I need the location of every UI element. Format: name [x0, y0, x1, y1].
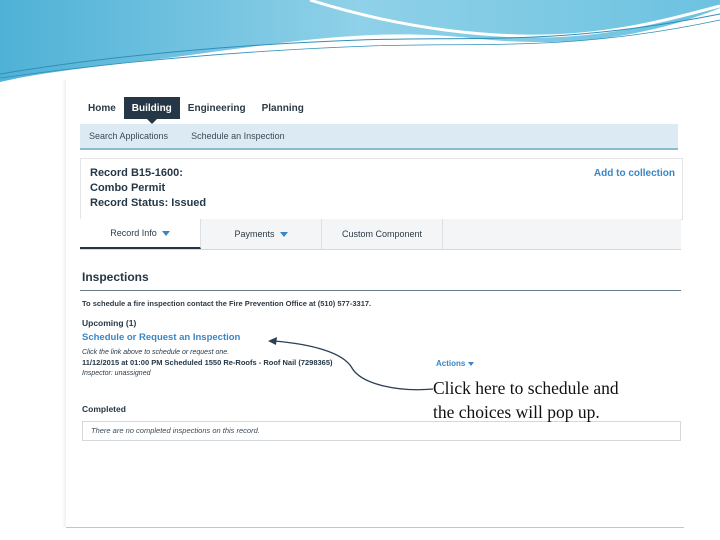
nav-home[interactable]: Home [80, 97, 124, 119]
tab-payments-label: Payments [234, 229, 275, 239]
completed-heading: Completed [82, 404, 126, 414]
nav-building[interactable]: Building [123, 97, 180, 124]
annotation-callout: Click here to schedule and the choices w… [433, 376, 678, 424]
schedule-hint: Click the link above to schedule or requ… [82, 349, 230, 356]
nav-engineering[interactable]: Engineering [180, 97, 254, 119]
record-type: Combo Permit [90, 182, 166, 194]
record-number: Record B15-1600: [90, 167, 183, 179]
actions-dropdown[interactable]: Actions [436, 359, 475, 368]
subnav-schedule-inspection[interactable]: Schedule an Inspection [191, 131, 285, 141]
annotation-line-2: the choices will pop up. [433, 402, 600, 422]
inspector-assignment: Inspector: unassigned [82, 370, 151, 377]
chevron-down-icon [161, 230, 170, 236]
tab-payments[interactable]: Payments [201, 219, 322, 249]
record-status: Record Status: Issued [90, 197, 207, 209]
fire-inspection-note: To schedule a fire inspection contact th… [82, 299, 372, 308]
scheduled-inspection-item: 11/12/2015 at 01:00 PM Scheduled 1550 Re… [82, 358, 333, 367]
chevron-down-icon [279, 231, 288, 237]
add-to-collection-link[interactable]: Add to collection [594, 168, 675, 179]
decorative-wave-header [0, 0, 720, 82]
completed-empty-text: There are no completed inspections on th… [91, 426, 260, 435]
inspections-heading: Inspections [82, 270, 149, 284]
tab-custom-component[interactable]: Custom Component [322, 219, 443, 249]
inspections-divider [80, 290, 681, 291]
sub-navigation: Search Applications Schedule an Inspecti… [80, 124, 678, 150]
actions-label: Actions [436, 359, 466, 368]
annotation-line-1: Click here to schedule and [433, 378, 619, 398]
record-tabs: Record Info Payments Custom Component [80, 219, 681, 250]
chevron-down-icon [468, 361, 475, 366]
completed-empty-state: There are no completed inspections on th… [82, 421, 681, 441]
schedule-inspection-link[interactable]: Schedule or Request an Inspection [82, 332, 240, 343]
tab-custom-component-label: Custom Component [341, 229, 423, 239]
subnav-search-applications[interactable]: Search Applications [89, 131, 168, 141]
tab-record-info[interactable]: Record Info [80, 219, 201, 249]
tab-record-info-label: Record Info [110, 228, 157, 238]
upcoming-heading: Upcoming (1) [82, 318, 137, 328]
nav-planning[interactable]: Planning [254, 97, 312, 119]
record-header: Record B15-1600: Combo Permit Record Sta… [80, 158, 683, 220]
top-navigation: Home Building Engineering Planning [80, 97, 312, 124]
